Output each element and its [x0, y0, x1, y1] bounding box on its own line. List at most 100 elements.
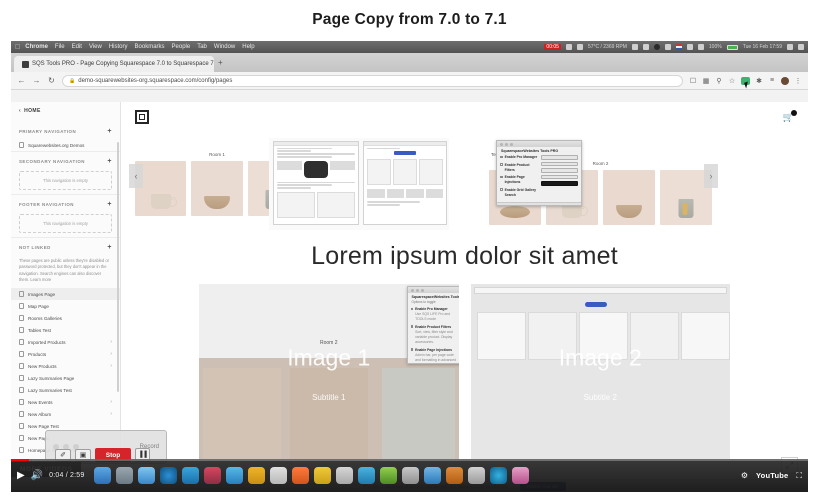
dock-icon-quicktime-2[interactable]	[490, 467, 508, 484]
sidebar-item-new-album[interactable]: New Album ›	[11, 408, 120, 420]
dock-icon-safari[interactable]	[226, 467, 244, 484]
menu-item-chrome[interactable]: Chrome	[25, 44, 48, 50]
sidebar-item-tables-test[interactable]: Tables Test	[11, 324, 120, 336]
new-tab-button[interactable]: +	[218, 58, 223, 67]
clock-icon[interactable]	[664, 44, 671, 50]
extensions-puzzle-icon[interactable]: ✱	[755, 77, 763, 85]
address-bar[interactable]: 🔒 demo-squarewebsites-org.squarespace.co…	[62, 74, 683, 87]
dock-icon-messages[interactable]	[358, 467, 376, 484]
tools-action-button[interactable]	[540, 161, 578, 166]
bookmark-star-icon[interactable]: ☆	[728, 77, 736, 85]
sidebar-item-imported-products[interactable]: Imported Products ›	[11, 336, 120, 348]
qr-icon[interactable]: ▦	[702, 77, 710, 85]
sqs-tools-pro-panel-top[interactable]: SquarespaceWebsites Tools PRO Enable Pro…	[496, 140, 582, 206]
sqs-tools-pro-panel-main[interactable]: SquarespaceWebsites Tools PRO Options to…	[406, 286, 459, 364]
sidebar-item-products[interactable]: Products ›	[11, 348, 120, 360]
menu-item-history[interactable]: History	[109, 44, 128, 50]
dock-icon-slack[interactable]	[204, 467, 222, 484]
sidebar-item-squarewebsites-demos[interactable]: Squarewebsites.org Demos	[11, 139, 120, 151]
dock-icon-system-preferences[interactable]	[402, 467, 420, 484]
add-page-icon[interactable]: +	[107, 128, 112, 135]
tools-option-checkbox[interactable]	[410, 325, 414, 328]
apple-menu-icon[interactable]: 	[15, 44, 20, 51]
tools-action-button[interactable]	[540, 168, 578, 173]
dock-icon-quicktime[interactable]	[160, 467, 178, 484]
dock-icon-preview[interactable]	[116, 467, 134, 484]
video-player-frame[interactable]:  Chrome File Edit View History Bookmark…	[11, 41, 808, 492]
input-language-icon[interactable]	[675, 44, 682, 50]
sidebar-item-lazy-summaries-test[interactable]: Lazy Summaries Test	[11, 384, 120, 396]
display-icon[interactable]	[565, 44, 572, 50]
menu-item-view[interactable]: View	[89, 44, 102, 50]
sidebar-item-rooms-galleries[interactable]: Rooms Galleries	[11, 312, 120, 324]
video-progress-bar[interactable]	[11, 459, 808, 461]
stats-icon[interactable]	[576, 44, 583, 50]
dock-icon-numbers[interactable]	[314, 467, 332, 484]
cart-icon[interactable]: 🛒	[783, 109, 797, 123]
dock-icon-photos[interactable]	[138, 467, 156, 484]
dock-icon-trash[interactable]	[468, 467, 486, 484]
printer-icon[interactable]	[631, 44, 638, 50]
youtube-label[interactable]: YouTube	[756, 471, 788, 480]
youtube-player-bar[interactable]: ▶ 🔊 0:04 / 2:59 ⚙ YouTube ⛶	[11, 459, 808, 492]
browser-tab[interactable]: SQS Tools PRO - Page Copying Squarespace…	[14, 56, 214, 72]
bluetooth-icon[interactable]	[653, 44, 660, 50]
profile-avatar-icon[interactable]	[781, 76, 789, 85]
menu-item-help[interactable]: Help	[242, 44, 254, 50]
image-block-2[interactable]: Image 2 Subtitle 2	[470, 284, 730, 459]
tools-option-checkbox[interactable]	[500, 175, 503, 179]
dock-icon-mail[interactable]	[424, 467, 442, 484]
dock-icon-itunes[interactable]	[512, 467, 530, 484]
wifi-icon[interactable]	[686, 44, 693, 50]
add-page-icon[interactable]: +	[107, 244, 112, 251]
share-icon[interactable]: ☐	[689, 77, 697, 85]
gallery-image-bowl[interactable]	[191, 161, 243, 216]
chrome-menu-icon[interactable]: ⋮	[794, 77, 802, 85]
dock-icon-finder[interactable]	[94, 467, 112, 484]
forward-icon[interactable]: →	[32, 76, 41, 85]
back-icon[interactable]: ←	[17, 76, 26, 85]
menu-item-window[interactable]: Window	[214, 44, 235, 50]
add-page-icon[interactable]: +	[107, 158, 112, 165]
player-settings-icon[interactable]: ⚙	[741, 471, 748, 480]
player-fullscreen-icon[interactable]: ⛶	[796, 471, 802, 481]
sidebar-item-images-page[interactable]: Images Page	[11, 288, 120, 301]
sidebar-item-new-events[interactable]: New Events ›	[11, 396, 120, 408]
tools-option-checkbox[interactable]	[500, 188, 503, 191]
tools-option-checkbox[interactable]	[410, 307, 414, 311]
dock-icon-sketch[interactable]	[446, 467, 464, 484]
dock-icon-calendar[interactable]	[336, 467, 354, 484]
search-icon[interactable]: ⚲	[715, 77, 723, 85]
squarespace-logo-icon[interactable]	[135, 110, 149, 124]
tools-action-button[interactable]	[540, 174, 578, 179]
sidebar-item-map-page[interactable]: Map Page	[11, 300, 120, 312]
battery-health-icon[interactable]	[642, 44, 649, 50]
menu-item-tab[interactable]: Tab	[197, 44, 207, 50]
control-center-icon[interactable]	[798, 44, 804, 50]
play-icon[interactable]: ▶	[17, 470, 25, 481]
tools-option-checkbox[interactable]	[410, 348, 414, 351]
gallery-screenshot-middle[interactable]	[269, 138, 449, 230]
sidebar-item-lazy-summaries-page[interactable]: Lazy Summaries Page	[11, 372, 120, 384]
site-preview[interactable]: 🛒 Room 1 ‹ Tea Room 2 › SquarespaceWebsi…	[121, 102, 808, 492]
tools-action-button[interactable]	[540, 155, 578, 160]
dock-icon-filezilla[interactable]	[292, 467, 310, 484]
tools-option-checkbox[interactable]	[500, 163, 503, 166]
menu-item-people[interactable]: People	[172, 44, 191, 50]
battery-icon[interactable]	[726, 44, 738, 50]
tools-primary-button[interactable]	[540, 181, 578, 186]
reload-icon[interactable]: ↻	[47, 76, 56, 85]
add-page-icon[interactable]: +	[107, 201, 112, 208]
gallery-prev-arrow[interactable]: ‹	[129, 164, 143, 188]
tools-option-checkbox[interactable]	[500, 155, 503, 159]
gallery-image-bowl-2[interactable]	[603, 170, 655, 225]
volume-icon[interactable]: 🔊	[31, 470, 43, 481]
menu-item-bookmarks[interactable]: Bookmarks	[135, 44, 165, 50]
menu-item-edit[interactable]: Edit	[72, 44, 82, 50]
reading-list-icon[interactable]: ≡	[768, 77, 776, 85]
volume-icon[interactable]	[697, 44, 704, 50]
dock-icon-maps[interactable]	[380, 467, 398, 484]
dock-icon-finder-2[interactable]	[270, 467, 288, 484]
menu-item-file[interactable]: File	[55, 44, 65, 50]
sidebar-item-new-products[interactable]: New Products ›	[11, 360, 120, 372]
